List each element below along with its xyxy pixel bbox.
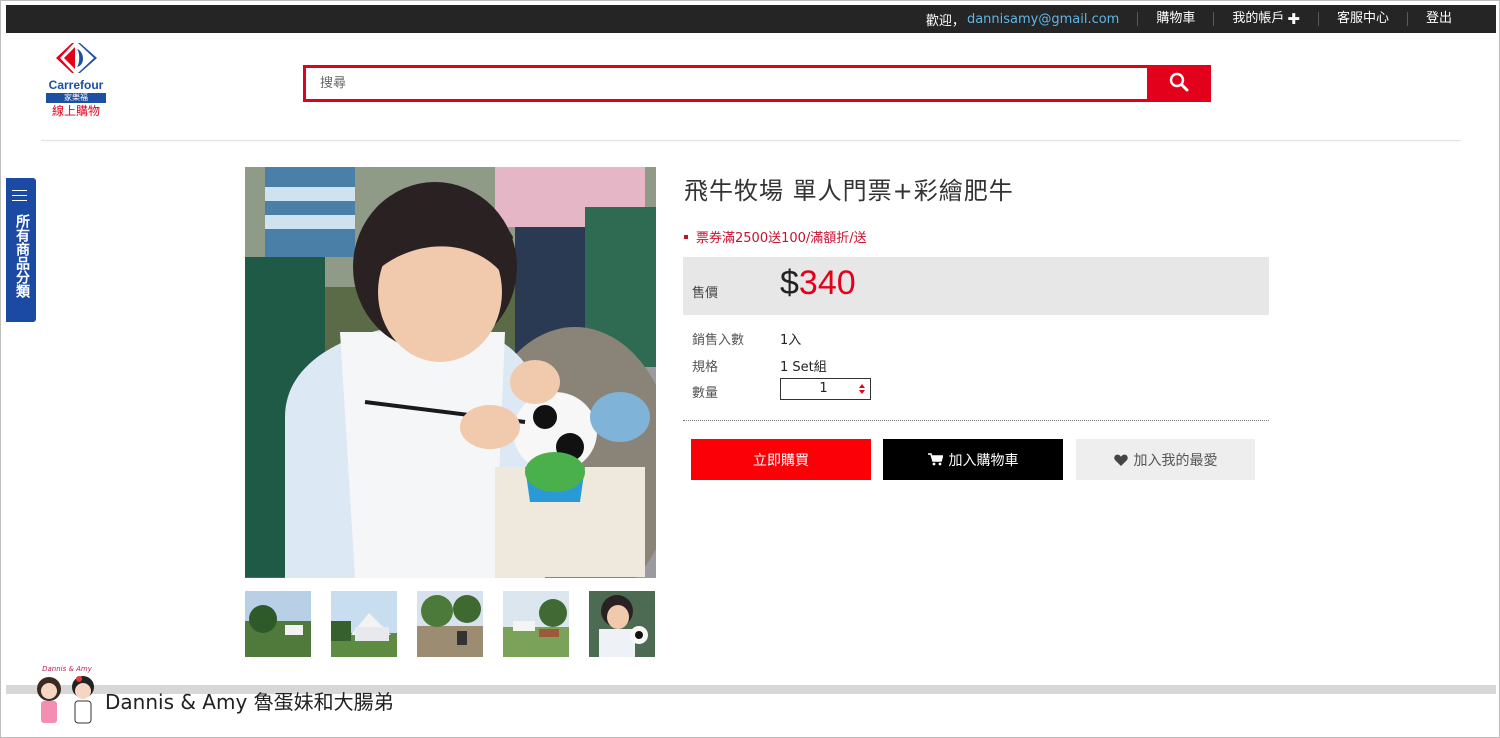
- top-links: 歡迎， dannisamy@gmail.com 購物車 我的帳戶 ✚ 客服中心 …: [926, 5, 1452, 33]
- carrefour-logo-icon: [50, 39, 102, 77]
- top-bar: 歡迎， dannisamy@gmail.com 購物車 我的帳戶 ✚ 客服中心 …: [6, 5, 1496, 33]
- logo-brand-text: Carrefour: [48, 78, 104, 92]
- heart-icon: [1113, 454, 1128, 466]
- increment-icon[interactable]: [859, 384, 865, 388]
- cart-link[interactable]: 購物車: [1137, 12, 1213, 26]
- spec-value: 1 Set組: [780, 360, 827, 375]
- account-label: 我的帳戶: [1232, 11, 1285, 26]
- thumbnail-1[interactable]: [245, 591, 311, 657]
- price-value: $340: [780, 264, 856, 303]
- search-bar: [303, 65, 1211, 102]
- buy-now-button[interactable]: 立即購買: [691, 439, 871, 480]
- quantity-label: 數量: [692, 386, 719, 401]
- product-main-image[interactable]: [245, 167, 656, 578]
- add-to-cart-label: 加入購物車: [948, 452, 1019, 469]
- thumbnail-4[interactable]: [503, 591, 569, 657]
- price-label: 售價: [692, 286, 719, 301]
- customer-service-link[interactable]: 客服中心: [1317, 12, 1407, 26]
- search-button[interactable]: [1147, 65, 1211, 102]
- page: 歡迎， dannisamy@gmail.com 購物車 我的帳戶 ✚ 客服中心 …: [0, 0, 1500, 738]
- welcome-label: 歡迎，: [925, 13, 965, 29]
- add-to-favorites-button[interactable]: 加入我的最愛: [1076, 439, 1255, 480]
- quantity-stepper[interactable]: 1: [780, 378, 871, 400]
- thumbnail-2[interactable]: [331, 591, 397, 657]
- spec-key: 規格: [692, 360, 719, 375]
- logo-online-shopping: 線上購物: [51, 104, 100, 118]
- header-divider: [41, 140, 1461, 141]
- product-title: 飛牛牧場 單人門票+彩繪肥牛: [684, 177, 1014, 205]
- user-email-link[interactable]: dannisamy@gmail.com: [967, 12, 1119, 27]
- spec-key: 銷售入數: [692, 333, 745, 348]
- welcome-message: 歡迎， dannisamy@gmail.com: [926, 10, 1137, 29]
- logout-link[interactable]: 登出: [1406, 12, 1452, 26]
- thumbnail-5[interactable]: [589, 591, 655, 657]
- watermark-logo-image: Dannis & Amy: [31, 663, 103, 731]
- search-icon: [1169, 72, 1189, 96]
- currency-symbol: $: [780, 264, 799, 302]
- watermark-logo-text: Dannis & Amy: [42, 665, 93, 673]
- product-thumbnails: [245, 591, 675, 657]
- decrement-icon[interactable]: [859, 390, 865, 394]
- plus-icon: ✚: [1287, 10, 1300, 28]
- carrefour-logo[interactable]: Carrefour 家樂福 線上購物: [41, 39, 111, 125]
- price-amount: 340: [798, 264, 856, 302]
- all-categories-label: 所有商品分類: [14, 214, 30, 298]
- thumbnail-3[interactable]: [417, 591, 483, 657]
- quantity-value[interactable]: 1: [781, 379, 854, 399]
- account-link[interactable]: 我的帳戶 ✚: [1213, 10, 1318, 28]
- cart-icon: [927, 453, 943, 466]
- watermark: Dannis & Amy Dannis & Amy 魯蛋妹和大腸弟: [31, 663, 394, 731]
- watermark-text: Dannis & Amy 魯蛋妹和大腸弟: [105, 690, 394, 714]
- info-divider: [683, 420, 1269, 421]
- price-box: 售價 $340: [683, 257, 1269, 315]
- logo-brand-cn: 家樂福: [46, 93, 106, 103]
- all-categories-tab[interactable]: 所有商品分類: [6, 178, 36, 322]
- promo-link[interactable]: 票券滿2500送100/滿額折/送: [684, 227, 867, 246]
- search-input[interactable]: [306, 68, 1147, 99]
- add-to-cart-button[interactable]: 加入購物車: [883, 439, 1063, 480]
- promo-text: 票券滿2500送100/滿額折/送: [696, 231, 867, 246]
- bullet-icon: [684, 234, 688, 239]
- menu-icon: [12, 190, 27, 205]
- buy-now-label: 立即購買: [753, 452, 809, 469]
- spec-value: 1入: [780, 333, 802, 348]
- quantity-arrows[interactable]: [854, 379, 870, 399]
- add-to-favorites-label: 加入我的最愛: [1133, 452, 1218, 469]
